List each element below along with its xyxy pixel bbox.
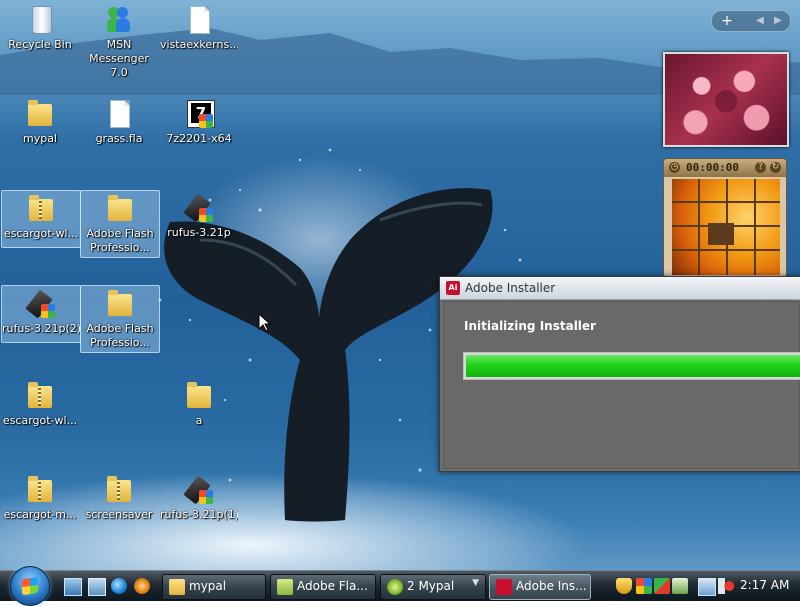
desktop-icon-label: rufus-3.21p(2) bbox=[2, 322, 80, 335]
desktop-icon-rufus[interactable]: rufus-3.21p bbox=[160, 190, 238, 246]
antivirus-icon[interactable] bbox=[672, 578, 688, 594]
usb-drive-icon bbox=[183, 474, 215, 506]
puzzle-grid[interactable] bbox=[672, 179, 780, 275]
volume-muted-icon[interactable] bbox=[718, 578, 734, 594]
folder-icon bbox=[104, 288, 136, 320]
picture-puzzle-gadget[interactable]: ◷ 00:00:00 ? ↻ bbox=[663, 158, 787, 278]
desktop-icon-adobe-flash-2[interactable]: Adobe Flash Professio... bbox=[80, 285, 160, 353]
installer-title: Adobe Installer bbox=[465, 281, 556, 295]
zip-folder-icon bbox=[24, 380, 56, 412]
desktop-icon-label: escargot-wl... bbox=[2, 414, 78, 427]
puzzle-toolbar: ◷ 00:00:00 ? ↻ bbox=[664, 159, 786, 177]
desktop-icon-recycle-bin[interactable]: Recycle Bin bbox=[1, 2, 79, 58]
desktop-icon-escargot-wl-1[interactable]: escargot-wl... bbox=[1, 190, 81, 248]
task-label: Adobe Fla... bbox=[297, 579, 368, 593]
msn-messenger-icon bbox=[103, 4, 135, 36]
taskbar: mypal Adobe Fla... 2 Mypal ▼ Adobe Ins..… bbox=[0, 566, 800, 606]
task-mypal[interactable]: mypal bbox=[162, 574, 266, 600]
desktop-icon-mypal[interactable]: mypal bbox=[1, 96, 79, 152]
desktop-icon-label: Adobe Flash Professio... bbox=[86, 227, 154, 254]
file-icon bbox=[103, 98, 135, 130]
desktop-icon-screensaver[interactable]: screensaver bbox=[80, 472, 158, 528]
desktop-icon-msn-messenger[interactable]: MSN Messenger 7.0 bbox=[80, 2, 158, 79]
zip-folder-icon bbox=[24, 474, 56, 506]
chevron-down-icon: ▼ bbox=[472, 578, 479, 588]
puzzle-clock-icon[interactable]: ◷ bbox=[669, 162, 680, 173]
zip-folder-icon bbox=[25, 193, 57, 225]
task-label: mypal bbox=[189, 579, 227, 593]
add-gadget-button[interactable]: + bbox=[718, 11, 736, 31]
task-adobe-flash[interactable]: Adobe Fla... bbox=[270, 574, 376, 600]
desktop-icon-label: MSN Messenger 7.0 bbox=[89, 38, 149, 79]
network-icon[interactable] bbox=[698, 578, 716, 596]
internet-explorer-icon[interactable] bbox=[111, 578, 127, 594]
desktop-icon-adobe-flash-1[interactable]: Adobe Flash Professio... bbox=[80, 190, 160, 258]
system-tray: 2:17 AM bbox=[612, 574, 800, 598]
desktop-icon-label: 7z2201-x64 bbox=[166, 132, 232, 145]
desktop-icon-label: rufus-3.21p(1) bbox=[160, 508, 238, 521]
slideshow-gadget[interactable] bbox=[663, 52, 789, 147]
desktop-icon-label: Recycle Bin bbox=[8, 38, 72, 51]
mypal-browser-icon bbox=[387, 579, 403, 595]
desktop-icon-rufus-1[interactable]: rufus-3.21p(1) bbox=[160, 472, 238, 528]
security-shield-icon[interactable] bbox=[616, 578, 632, 594]
task-mypal-group[interactable]: 2 Mypal ▼ bbox=[380, 574, 486, 600]
adobe-installer-window: Ai Adobe Installer Initializing Installe… bbox=[439, 276, 800, 472]
desktop-icon-label: a bbox=[195, 414, 203, 427]
desktop-icon-label: Adobe Flash Professio... bbox=[86, 322, 154, 349]
desktop-icon-7zip[interactable]: 7 7z2201-x64 bbox=[160, 96, 238, 152]
desktop-icon-label: vistaexkerns... bbox=[160, 38, 238, 51]
desktop[interactable]: Recycle Bin MSN Messenger 7.0 vistaexker… bbox=[0, 0, 800, 570]
previous-page-icon[interactable]: ◀ bbox=[752, 11, 768, 31]
installer-progress-fill bbox=[466, 355, 800, 377]
desktop-icon-label: escargot-wl... bbox=[3, 227, 79, 240]
adobe-icon bbox=[496, 579, 512, 595]
folder-icon bbox=[183, 380, 215, 412]
folder-icon bbox=[169, 579, 185, 595]
puzzle-timer: 00:00:00 bbox=[686, 161, 739, 174]
task-label: Adobe Ins... bbox=[516, 579, 587, 593]
windows-logo-icon bbox=[22, 576, 38, 596]
media-player-icon[interactable] bbox=[134, 578, 150, 594]
desktop-icon-rufus-2[interactable]: rufus-3.21p(2) bbox=[1, 285, 81, 343]
folder-icon bbox=[24, 98, 56, 130]
desktop-icon-label: escargot-m... bbox=[3, 508, 77, 521]
installer-heading: Initializing Installer bbox=[464, 319, 596, 333]
installer-body: Initializing Installer bbox=[443, 301, 800, 469]
zip-folder-icon bbox=[103, 474, 135, 506]
installer-progress-bar bbox=[463, 352, 800, 380]
desktop-icon-label: mypal bbox=[22, 132, 57, 145]
7zip-icon: 7 bbox=[183, 98, 215, 130]
recycle-bin-icon bbox=[24, 4, 56, 36]
desktop-icon-a[interactable]: a bbox=[160, 378, 238, 434]
installer-titlebar[interactable]: Ai Adobe Installer bbox=[440, 277, 800, 300]
mouse-cursor-icon bbox=[258, 313, 272, 332]
task-label: 2 Mypal bbox=[407, 579, 455, 593]
usb-drive-icon bbox=[183, 192, 215, 224]
puzzle-empty-slot bbox=[708, 223, 734, 245]
desktop-icon-label: rufus-3.21p bbox=[167, 226, 231, 239]
next-page-icon[interactable]: ▶ bbox=[770, 11, 786, 31]
puzzle-shuffle-icon[interactable]: ↻ bbox=[770, 162, 781, 173]
desktop-icon-escargot-m[interactable]: escargot-m... bbox=[1, 472, 79, 528]
folder-icon bbox=[104, 193, 136, 225]
desktop-icon-vistaexkerns[interactable]: vistaexkerns... bbox=[160, 2, 238, 58]
desktop-icon-escargot-wl-2[interactable]: escargot-wl... bbox=[1, 378, 79, 434]
task-adobe-installer[interactable]: Adobe Ins... bbox=[489, 574, 591, 600]
system-clock[interactable]: 2:17 AM bbox=[740, 578, 789, 592]
usb-drive-icon bbox=[25, 288, 57, 320]
windows-update-icon[interactable] bbox=[636, 578, 652, 594]
desktop-icon-label: screensaver bbox=[85, 508, 153, 521]
switch-windows-icon[interactable] bbox=[88, 578, 106, 596]
security-alert-icon[interactable] bbox=[654, 578, 670, 594]
puzzle-help-button[interactable]: ? bbox=[755, 162, 766, 173]
desktop-icon-label: grass.fla bbox=[95, 132, 143, 145]
desktop-icon-grass-fla[interactable]: grass.fla bbox=[80, 96, 158, 152]
show-desktop-icon[interactable] bbox=[64, 578, 82, 596]
zip-folder-icon bbox=[277, 579, 293, 595]
start-button[interactable] bbox=[10, 566, 50, 606]
adobe-icon: Ai bbox=[446, 281, 460, 295]
sidebar-controls: + ◀ ▶ bbox=[711, 10, 791, 32]
file-icon bbox=[183, 4, 215, 36]
